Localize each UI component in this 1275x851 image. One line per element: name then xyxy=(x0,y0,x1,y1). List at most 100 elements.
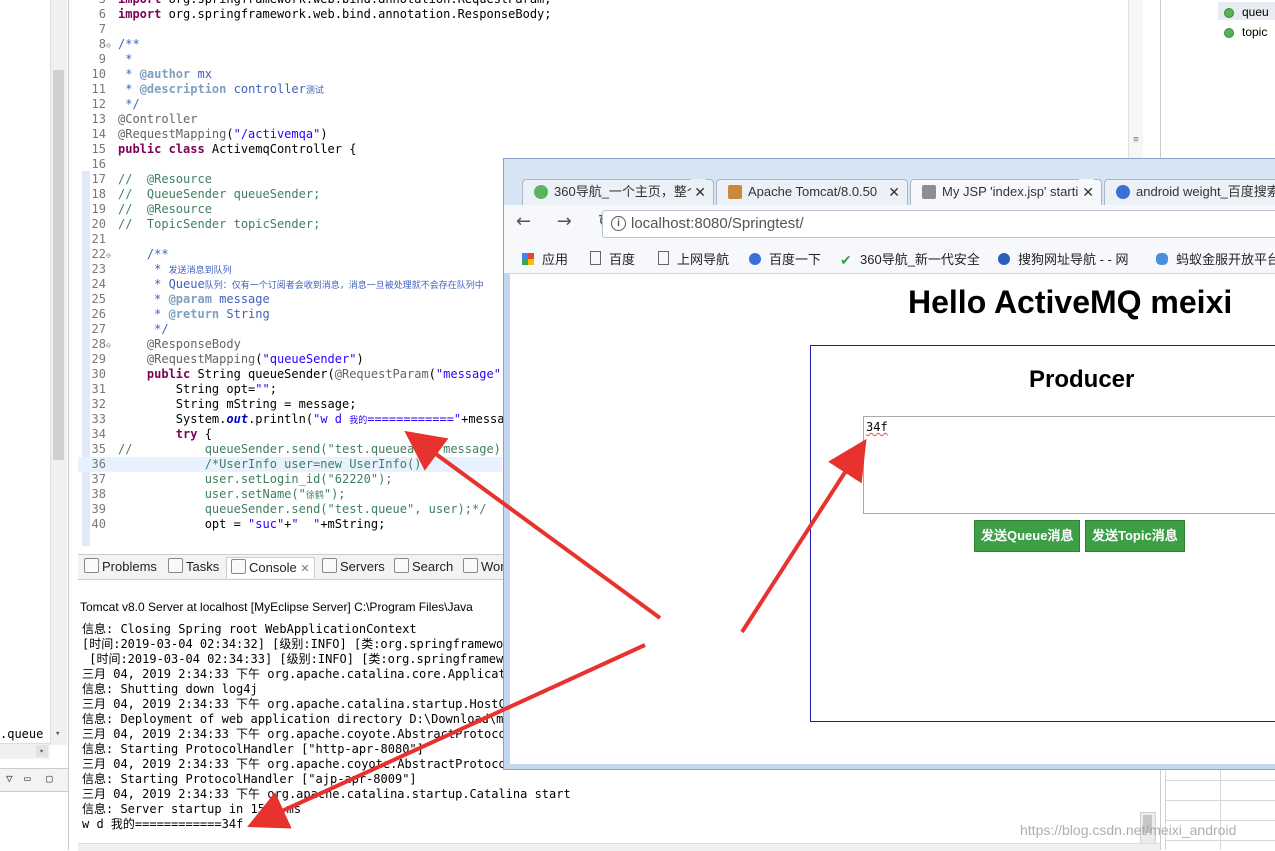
message-textarea[interactable]: 34f xyxy=(863,416,1275,514)
maximize-icon[interactable]: ▢ xyxy=(46,772,53,785)
close-tab-icon[interactable]: ✕ xyxy=(888,179,900,205)
line-number: 19 xyxy=(91,202,106,216)
code-line[interactable]: 15 public class ActivemqController { xyxy=(78,142,502,157)
address-bar[interactable]: i localhost:8080/Springtest/ xyxy=(602,210,1275,238)
address-url[interactable]: localhost:8080/Springtest/ xyxy=(631,215,804,232)
fold-toggle-icon[interactable]: ⊖ xyxy=(106,38,116,53)
horizontal-scrollbar[interactable]: ▸ xyxy=(0,743,50,759)
page-icon xyxy=(590,251,601,265)
code-token: String xyxy=(118,382,227,396)
bookmark-label: 360导航_新一代安全 xyxy=(860,252,980,267)
code-token: user.setName(" xyxy=(118,487,306,501)
tab-console[interactable]: Console ✕ xyxy=(226,557,315,578)
code-line[interactable]: 30 public String queueSender(@RequestPar… xyxy=(78,367,516,382)
bookmark-shangwang[interactable]: 上网导航 xyxy=(658,249,729,268)
tab-tasks[interactable]: Tasks xyxy=(164,557,223,577)
code-line[interactable]: 14 @RequestMapping("/activemqa") xyxy=(78,127,502,142)
bookmark-baidu-search[interactable]: 百度一下 xyxy=(749,249,821,268)
package-explorer-scrollbar[interactable] xyxy=(50,0,67,745)
line-number: 24 xyxy=(91,277,106,291)
code-line[interactable]: 31 String opt=""; xyxy=(78,382,502,397)
browser-tab-baidu[interactable]: android weight_百度搜索 xyxy=(1104,179,1275,205)
console-line: [时间:2019-03-04 02:34:32] [级别:INFO] [类:or… xyxy=(82,637,533,651)
tab-servers[interactable]: Servers xyxy=(318,557,389,577)
browser-tab-index-jsp[interactable]: My JSP 'index.jsp' starti ✕ xyxy=(910,179,1102,205)
code-line[interactable]: 27 */ xyxy=(78,322,502,337)
bookmark-360[interactable]: ✔ 360导航_新一代安全 xyxy=(840,249,980,268)
code-line[interactable]: 26 * @return String xyxy=(78,307,502,322)
fold-toggle-icon[interactable]: ⊖ xyxy=(106,338,116,353)
code-line[interactable]: 6 import org.springframework.web.bind.ann… xyxy=(78,7,552,22)
code-line[interactable]: 13 @Controller xyxy=(78,112,502,127)
code-line[interactable]: 22⊖ /** xyxy=(78,247,502,262)
tab-problems[interactable]: Problems xyxy=(80,557,161,577)
code-text: import org.springframework.web.bind.anno… xyxy=(116,0,552,7)
code-line[interactable]: 37 user.setLogin_id("62220"); xyxy=(78,472,502,487)
bookmark-sogou[interactable]: 搜狗网址导航 - - 网 xyxy=(998,249,1129,268)
send-queue-button[interactable]: 发送Queue消息 xyxy=(974,520,1081,552)
code-token: System. xyxy=(118,412,227,426)
view-menu-icon[interactable]: ▽ xyxy=(6,772,13,785)
code-line[interactable]: 16 xyxy=(78,157,502,172)
code-line[interactable]: 25 * @param message xyxy=(78,292,502,307)
code-line[interactable]: 23 * 发送消息到队列 xyxy=(78,262,502,277)
line-number: 27 xyxy=(91,322,106,336)
scrollbar-thumb[interactable] xyxy=(53,70,64,460)
line-number: 7 xyxy=(98,22,106,36)
code-token: 队列：仅有一个订阅者会收到消息，消息一旦被处理就不会存在队列中 xyxy=(204,281,484,291)
close-tab-icon[interactable]: ✕ xyxy=(1079,179,1094,205)
tab-label: Search xyxy=(412,559,454,574)
code-line[interactable]: 35 // queueSender.send("test.queueaa", me… xyxy=(78,442,509,457)
browser-tab-360[interactable]: 360导航_一个主页，整个 ✕ xyxy=(522,179,714,205)
code-line[interactable]: 5 import org.springframework.web.bind.ann… xyxy=(78,0,552,7)
code-line[interactable]: 28⊖ @ResponseBody xyxy=(78,337,502,352)
code-line[interactable]: 36 /*UserInfo user=new UserInfo(); xyxy=(78,457,502,472)
code-text: @RequestMapping("queueSender") xyxy=(116,352,364,367)
code-line[interactable]: 21 xyxy=(78,232,502,247)
code-line[interactable]: 39 queueSender.send("test.queue", user);… xyxy=(78,502,502,517)
code-line[interactable]: 7 xyxy=(78,22,502,37)
code-line[interactable]: 33 System.out.println("w d 我的===========… xyxy=(78,412,519,427)
minimize-icon[interactable]: ▭ xyxy=(24,772,31,785)
code-line[interactable]: 32 String mString = message; xyxy=(78,397,502,412)
chevron-down-icon[interactable]: ▾ xyxy=(55,729,60,739)
line-number: 32 xyxy=(91,397,106,411)
bookmark-baidu[interactable]: 百度 xyxy=(590,249,635,268)
tab-workspace[interactable]: Wor xyxy=(459,557,509,577)
code-token: * xyxy=(118,82,140,96)
code-line[interactable]: 11 * @description controller测试 xyxy=(78,82,502,97)
code-token: "queueSender" xyxy=(262,352,357,366)
code-line[interactable]: 18 // QueueSender queueSender; xyxy=(78,187,502,202)
outline-item-queue[interactable]: queu xyxy=(1220,3,1269,21)
code-token: 徐鹤 xyxy=(305,491,324,501)
code-line[interactable]: 34 try { xyxy=(78,427,502,442)
code-line[interactable]: 40 opt = "suc"+" "+mString; xyxy=(78,517,502,532)
bookmark-label: 蚂蚁金服开放平台 xyxy=(1176,252,1275,267)
outline-item-topic[interactable]: topic xyxy=(1220,23,1267,41)
code-line[interactable]: 10 * @author mx xyxy=(78,67,502,82)
code-token: import xyxy=(118,7,162,21)
fold-toggle-icon[interactable]: ⊖ xyxy=(106,248,116,263)
code-line[interactable]: 8⊖/** xyxy=(78,37,502,52)
code-line[interactable]: 9 * xyxy=(78,52,502,67)
info-icon[interactable]: i xyxy=(611,216,626,231)
code-line[interactable]: 12 */ xyxy=(78,97,502,112)
code-line[interactable]: 29 @RequestMapping("queueSender") xyxy=(78,352,502,367)
close-tab-icon[interactable]: ✕ xyxy=(691,179,706,205)
code-line[interactable]: 24 * Queue队列：仅有一个订阅者会收到消息，消息一旦被处理就不会存在队列… xyxy=(78,277,502,292)
scroll-right-icon[interactable]: ▸ xyxy=(36,745,48,757)
tree-item-queue[interactable]: .queue xyxy=(0,727,43,741)
code-line[interactable]: 19 // @Resource xyxy=(78,202,502,217)
close-icon[interactable]: ✕ xyxy=(300,563,309,575)
tab-label: Tasks xyxy=(186,559,220,574)
bookmark-apps[interactable]: 应用 xyxy=(522,249,568,268)
code-line[interactable]: 20 // TopicSender topicSender; xyxy=(78,217,502,232)
tab-label: Servers xyxy=(340,559,385,574)
bookmark-antfin[interactable]: 蚂蚁金服开放平台 xyxy=(1156,249,1275,268)
code-line[interactable]: 17 // @Resource xyxy=(78,172,502,187)
code-line[interactable]: 38 user.setName("徐鹤"); xyxy=(78,487,502,502)
code-token: out xyxy=(226,412,249,426)
tab-search[interactable]: Search xyxy=(390,557,457,577)
send-topic-button[interactable]: 发送Topic消息 xyxy=(1085,520,1185,552)
browser-tab-tomcat[interactable]: Apache Tomcat/8.0.50 ✕ xyxy=(716,179,908,205)
